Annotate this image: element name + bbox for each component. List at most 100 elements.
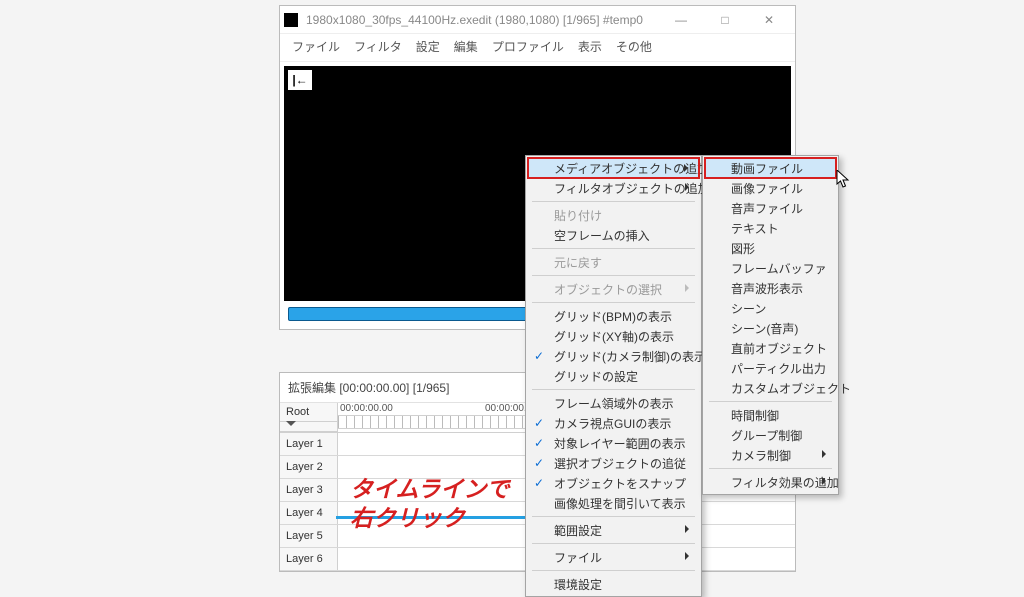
ctx-label: 環境設定	[554, 576, 602, 593]
menu-bar: ファイル フィルタ 設定 編集 プロファイル 表示 その他	[280, 34, 795, 62]
minimize-button[interactable]: —	[659, 6, 703, 34]
ctx-label: オブジェクトをスナップ	[554, 475, 686, 492]
menu-separator	[532, 389, 695, 390]
sub-custom-object[interactable]: カスタムオブジェクト	[705, 378, 836, 398]
menu-file[interactable]: ファイル	[286, 36, 346, 57]
layer-label[interactable]: Layer 4	[280, 502, 338, 524]
layer5-highlight	[336, 516, 536, 519]
menu-filter[interactable]: フィルタ	[348, 36, 408, 57]
submenu-arrow-icon	[685, 552, 693, 560]
ctx-grid-settings[interactable]: グリッドの設定	[528, 366, 699, 386]
sub-group-control[interactable]: グループ制御	[705, 425, 836, 445]
sub-label: 画像ファイル	[731, 180, 803, 197]
title-bar[interactable]: 1980x1080_30fps_44100Hz.exedit (1980,108…	[280, 6, 795, 34]
ctx-add-filter-object[interactable]: フィルタオブジェクトの追加	[528, 178, 699, 198]
ctx-thin-image-proc[interactable]: 画像処理を間引いて表示	[528, 493, 699, 513]
layer-label[interactable]: Layer 2	[280, 456, 338, 478]
ctx-file[interactable]: ファイル	[528, 547, 699, 567]
close-button[interactable]: ✕	[747, 6, 791, 34]
menu-profile[interactable]: プロファイル	[486, 36, 570, 57]
sub-label: 音声ファイル	[731, 200, 803, 217]
sub-camera-control[interactable]: カメラ制御	[705, 445, 836, 465]
ctx-show-frame-out[interactable]: フレーム領域外の表示	[528, 393, 699, 413]
ctx-insert-empty-frame[interactable]: 空フレームの挿入	[528, 225, 699, 245]
ctx-label: 画像処理を間引いて表示	[554, 495, 686, 512]
playhead-marker-icon[interactable]	[280, 422, 337, 432]
sub-audio-file[interactable]: 音声ファイル	[705, 198, 836, 218]
ctx-label: フレーム領域外の表示	[554, 395, 674, 412]
menu-separator	[532, 201, 695, 202]
ctx-label: グリッドの設定	[554, 368, 638, 385]
sub-shape[interactable]: 図形	[705, 238, 836, 258]
menu-settings[interactable]: 設定	[410, 36, 446, 57]
ctx-label: オブジェクトの選択	[554, 281, 662, 298]
ctx-label: グリッド(XY軸)の表示	[554, 328, 674, 345]
mouse-cursor-icon	[836, 170, 850, 190]
ctx-grid-xy[interactable]: グリッド(XY軸)の表示	[528, 326, 699, 346]
ctx-label: ファイル	[554, 549, 602, 566]
ctx-grid-camera[interactable]: ✓グリッド(カメラ制御)の表示	[528, 346, 699, 366]
window-title: 1980x1080_30fps_44100Hz.exedit (1980,108…	[306, 13, 659, 27]
sub-label: カメラ制御	[731, 447, 791, 464]
sub-label: シーン	[731, 300, 766, 317]
ctx-paste: 貼り付け	[528, 205, 699, 225]
ctx-label: 範囲設定	[554, 522, 602, 539]
sub-label: パーティクル出力	[731, 360, 826, 377]
sub-video-file[interactable]: 動画ファイル	[705, 158, 836, 178]
sub-image-file[interactable]: 画像ファイル	[705, 178, 836, 198]
submenu-arrow-icon	[822, 477, 830, 485]
sub-label: カスタムオブジェクト	[731, 380, 851, 397]
ctx-environment[interactable]: 環境設定	[528, 574, 699, 594]
check-icon: ✓	[534, 436, 544, 450]
ctx-snap-object[interactable]: ✓オブジェクトをスナップ	[528, 473, 699, 493]
menu-view[interactable]: 表示	[572, 36, 608, 57]
ctx-select-object: オブジェクトの選択	[528, 279, 699, 299]
app-icon	[284, 13, 298, 27]
layer-label[interactable]: Layer 3	[280, 479, 338, 501]
ctx-camera-gui[interactable]: ✓カメラ視点GUIの表示	[528, 413, 699, 433]
menu-edit[interactable]: 編集	[448, 36, 484, 57]
menu-separator	[532, 570, 695, 571]
sub-time-control[interactable]: 時間制御	[705, 405, 836, 425]
menu-separator	[709, 468, 832, 469]
sub-label: グループ制御	[731, 427, 802, 444]
seek-start-icon[interactable]: |←	[288, 70, 312, 90]
menu-separator	[532, 248, 695, 249]
sub-label: 時間制御	[731, 407, 779, 424]
ctx-add-media-object[interactable]: メディアオブジェクトの追加	[528, 158, 699, 178]
context-menu: メディアオブジェクトの追加 フィルタオブジェクトの追加 貼り付け 空フレームの挿…	[525, 155, 702, 597]
check-icon: ✓	[534, 349, 544, 363]
sub-label: フレームバッファ	[731, 260, 827, 277]
ctx-label: 貼り付け	[554, 207, 602, 224]
layer-label[interactable]: Layer 1	[280, 433, 338, 455]
maximize-button[interactable]: □	[703, 6, 747, 34]
layer-label[interactable]: Layer 5	[280, 525, 338, 547]
menu-other[interactable]: その他	[610, 36, 658, 57]
sub-particle[interactable]: パーティクル出力	[705, 358, 836, 378]
sub-scene-audio[interactable]: シーン(音声)	[705, 318, 836, 338]
sub-framebuffer[interactable]: フレームバッファ	[705, 258, 836, 278]
layer-label[interactable]: Layer 6	[280, 548, 338, 570]
ctx-label: 元に戻す	[554, 254, 602, 271]
sub-label: 直前オブジェクト	[731, 340, 827, 357]
sub-text[interactable]: テキスト	[705, 218, 836, 238]
ctx-follow-selected[interactable]: ✓選択オブジェクトの追従	[528, 453, 699, 473]
sub-previous-object[interactable]: 直前オブジェクト	[705, 338, 836, 358]
ctx-label: 対象レイヤー範囲の表示	[554, 435, 686, 452]
menu-separator	[532, 516, 695, 517]
sub-audio-waveform[interactable]: 音声波形表示	[705, 278, 836, 298]
ctx-grid-bpm[interactable]: グリッド(BPM)の表示	[528, 306, 699, 326]
sub-label: 動画ファイル	[731, 160, 803, 177]
sub-label: 音声波形表示	[731, 280, 803, 297]
sub-scene[interactable]: シーン	[705, 298, 836, 318]
sub-add-filter-effect[interactable]: フィルタ効果の追加	[705, 472, 836, 492]
sub-label: 図形	[731, 240, 755, 257]
submenu-media-object: 動画ファイル 画像ファイル 音声ファイル テキスト 図形 フレームバッファ 音声…	[702, 155, 839, 495]
root-label[interactable]: Root	[280, 403, 337, 422]
ctx-label: グリッド(BPM)の表示	[554, 308, 672, 325]
ctx-range-settings[interactable]: 範囲設定	[528, 520, 699, 540]
submenu-arrow-icon	[684, 164, 692, 172]
ctx-label: 選択オブジェクトの追従	[554, 455, 686, 472]
ctx-target-layer-range[interactable]: ✓ 対象レイヤー範囲の表示	[528, 433, 699, 453]
sub-label: テキスト	[731, 220, 779, 237]
